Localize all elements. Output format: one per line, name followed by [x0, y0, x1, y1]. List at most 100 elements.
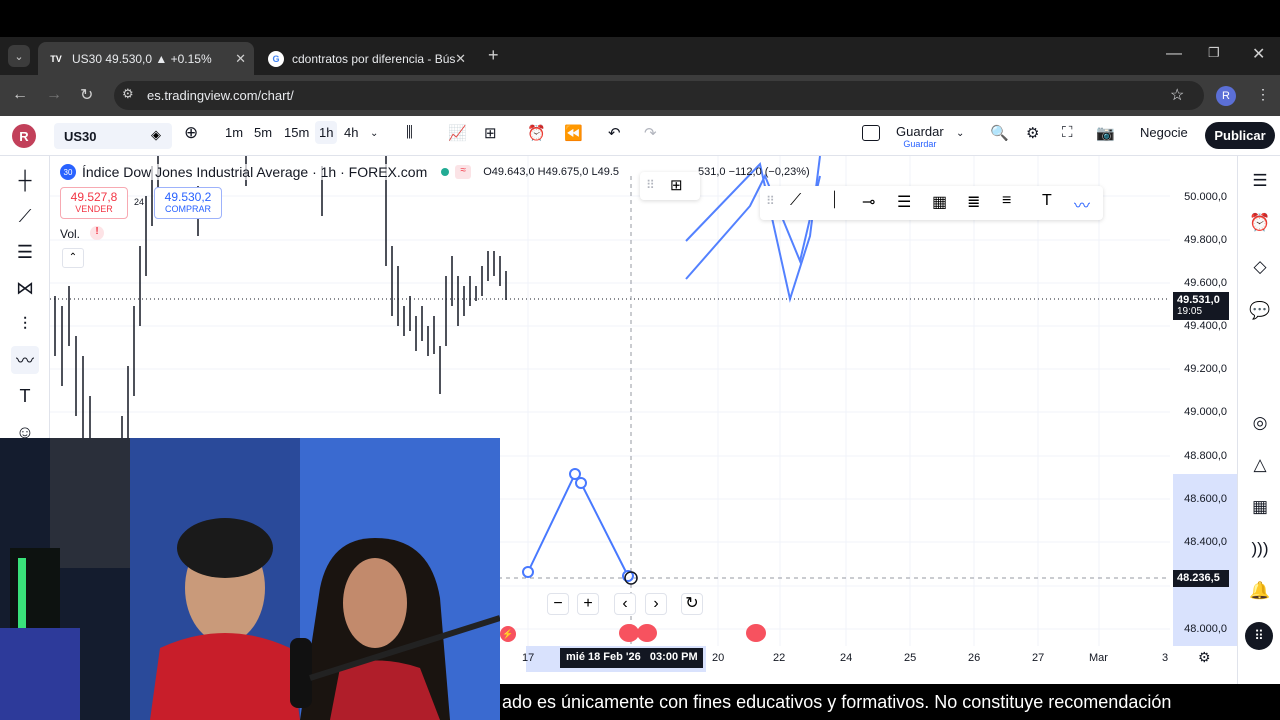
ideas-icon[interactable]: △ [1247, 452, 1273, 478]
save-button[interactable]: Guardar Guardar [896, 124, 944, 149]
us-flag-icon[interactable] [637, 624, 657, 642]
new-tab-button[interactable]: + [488, 45, 499, 66]
camera-icon[interactable]: 📷 [1096, 124, 1115, 142]
time-label: 20 [712, 652, 725, 664]
reset-chart-button[interactable]: ↻ [681, 593, 703, 615]
interval-1m[interactable]: 1m [225, 125, 243, 140]
fib-retracement-icon[interactable]: ☰ [11, 238, 39, 266]
interval-4h[interactable]: 4h [344, 125, 358, 140]
settings-icon[interactable]: ⚙ [1026, 124, 1039, 142]
reload-icon[interactable]: ↻ [80, 85, 93, 105]
symbol-title[interactable]: Índice Dow Jones Industrial Average · 1h… [82, 164, 428, 180]
user-avatar[interactable]: R [12, 124, 36, 148]
price-axis[interactable]: 50.000,0 49.800,0 49.600,0 49.400,0 49.2… [1170, 156, 1237, 646]
trend-line-icon[interactable]: ⟋ [790, 192, 801, 210]
watchlist-icon[interactable]: ☰ [1247, 168, 1273, 194]
site-info-icon[interactable]: ⚙ [122, 86, 134, 102]
xabcd-pattern-icon[interactable]: 〰 [11, 346, 39, 374]
interval-5m[interactable]: 5m [254, 125, 272, 140]
trend-line-icon[interactable]: ⟋ [11, 202, 39, 230]
text-tool-icon[interactable]: T [11, 382, 39, 410]
grid-icon[interactable]: ▦ [932, 192, 947, 212]
tradingview-icon: TV [50, 53, 62, 64]
fullscreen-icon[interactable]: ⛶ [1062, 124, 1073, 141]
forecasting-icon[interactable]: ⫶ [11, 310, 39, 338]
compare-icon[interactable]: ◈ [151, 127, 161, 143]
chevron-down-icon[interactable]: ⌄ [370, 128, 378, 139]
fib-icon[interactable]: ≣ [967, 192, 980, 212]
scroll-right-button[interactable]: › [645, 593, 667, 615]
vertical-line-icon[interactable]: ⏐ [830, 192, 839, 210]
event-flag-icon[interactable]: ⚡ [500, 626, 516, 642]
tab-google[interactable]: G cdontratos por diferencia - Bús ✕ [258, 42, 474, 75]
menu-dots-icon[interactable]: ⋮ [1256, 86, 1270, 103]
profile-avatar[interactable]: R [1216, 86, 1236, 106]
collapse-legend-button[interactable]: ⌃ [62, 248, 84, 268]
replay-icon[interactable]: ⏪ [564, 124, 583, 142]
target-icon[interactable]: ◎ [1247, 410, 1273, 436]
minimize-button[interactable]: — [1166, 45, 1182, 63]
close-tab-icon[interactable]: ✕ [235, 51, 246, 67]
pattern-tool-icon[interactable]: 〰 [1074, 192, 1090, 216]
undo-icon[interactable]: ↶ [608, 124, 621, 142]
browser-tab-bar: ⌄ TV US30 49.530,0 ▲ +0.15% ✕ G cdontrat… [0, 37, 1280, 75]
us-flag-icon[interactable] [746, 624, 766, 642]
restore-button[interactable]: ❐ [1208, 45, 1220, 61]
alerts-clock-icon[interactable]: ⏰ [1247, 210, 1273, 236]
sell-price: 49.527,8 [70, 190, 118, 204]
interval-15m[interactable]: 15m [284, 125, 309, 140]
drag-handle-icon[interactable]: ⠿ [646, 178, 655, 192]
cursor-time-tag: mié 18 Feb '26 03:00 PM [560, 648, 703, 668]
back-arrow-icon[interactable]: ← [12, 86, 28, 104]
horizontal-line-icon[interactable]: ⊸ [862, 192, 875, 212]
axis-settings-icon[interactable]: ⚙ [1198, 649, 1211, 666]
scroll-left-button[interactable]: ‹ [614, 593, 636, 615]
close-window-button[interactable]: ✕ [1252, 44, 1265, 64]
close-tab-icon[interactable]: ✕ [455, 51, 466, 67]
redo-icon[interactable]: ↷ [644, 124, 657, 142]
add-layout-icon[interactable]: ⊞ [670, 176, 683, 194]
zoom-in-button[interactable]: + [577, 593, 599, 615]
forward-arrow-icon[interactable]: → [46, 86, 62, 104]
volume-label[interactable]: Vol. [60, 227, 80, 241]
layouts-icon[interactable]: ⊞ [484, 124, 497, 142]
chevron-down-icon[interactable]: ⌄ [956, 128, 964, 139]
bookmark-star-icon[interactable]: ☆ [1170, 85, 1184, 105]
add-symbol-icon[interactable]: ⊕ [184, 123, 198, 143]
alert-icon[interactable]: ⏰ [527, 124, 546, 142]
calendar-icon[interactable]: ▦ [1247, 494, 1273, 520]
buy-button[interactable]: 49.530,2 COMPRAR [154, 187, 222, 219]
webcam-overlay [0, 438, 500, 720]
price-label: 49.400,0 [1184, 320, 1227, 332]
zoom-out-button[interactable]: − [547, 593, 569, 615]
publish-button[interactable]: Publicar [1205, 122, 1275, 149]
channel-icon[interactable]: ☰ [897, 192, 911, 212]
candles-icon[interactable]: ⫼ [406, 124, 413, 141]
fib-extension-icon[interactable]: ≡ [1002, 192, 1011, 210]
chat-icon[interactable]: 💬 [1247, 298, 1273, 324]
price-label: 49.000,0 [1184, 406, 1227, 418]
indicators-icon[interactable]: 📈 [448, 124, 467, 142]
patterns-icon[interactable]: ⋈ [11, 274, 39, 302]
notifications-icon[interactable]: 🔔 [1247, 578, 1273, 604]
layers-icon[interactable]: ◇ [1247, 254, 1273, 280]
trade-button[interactable]: Negocie [1140, 125, 1188, 140]
volume-alert-icon[interactable]: ! [90, 226, 104, 240]
layout-icon[interactable] [862, 125, 880, 141]
time-axis[interactable]: 17 mié 18 Feb '26 03:00 PM 20 22 24 25 2… [500, 646, 1237, 672]
url-field[interactable]: ⚙ es.tradingview.com/chart/ ☆ [114, 81, 1204, 110]
text-tool-icon[interactable]: T [1042, 192, 1052, 210]
time-label: 3 [1162, 652, 1169, 664]
floating-toolbar-handle[interactable]: ⠿ ⊞ [640, 172, 700, 200]
symbol-search[interactable]: US30 ◈ [54, 123, 172, 149]
tab-search-button[interactable]: ⌄ [8, 45, 30, 67]
crosshair-icon[interactable]: ┼ [11, 166, 39, 194]
streams-icon[interactable]: ))) [1247, 536, 1273, 562]
drag-handle-icon[interactable]: ⠿ [766, 194, 775, 208]
us-flag-icon[interactable] [619, 624, 639, 642]
tab-us30[interactable]: TV US30 49.530,0 ▲ +0.15% ✕ [38, 42, 254, 75]
search-icon[interactable]: 🔍 [990, 124, 1009, 142]
interval-1h[interactable]: 1h [315, 121, 338, 144]
sell-button[interactable]: 49.527,8 VENDER [60, 187, 128, 219]
apps-grid-icon[interactable]: ⠿ [1245, 622, 1273, 650]
